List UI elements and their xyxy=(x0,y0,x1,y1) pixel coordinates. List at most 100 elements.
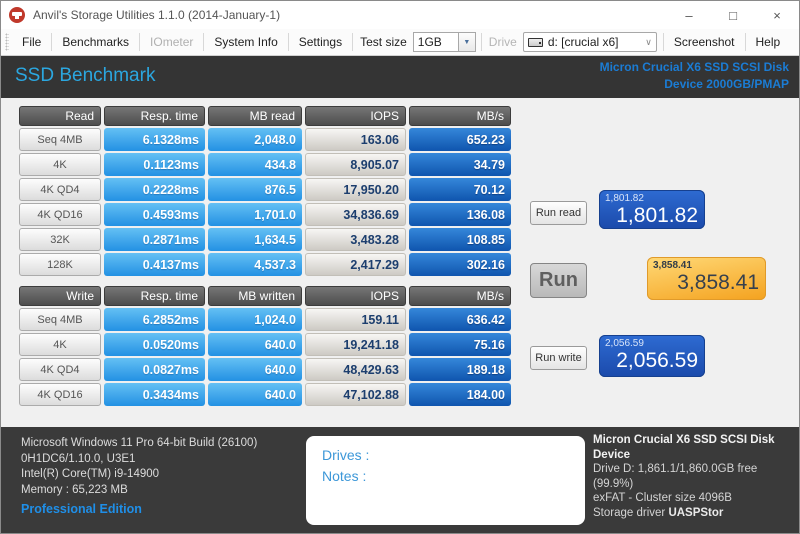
notes-box[interactable]: Drives : Notes : xyxy=(306,436,585,525)
minimize-button[interactable]: – xyxy=(667,1,711,29)
app-icon xyxy=(9,7,25,23)
value-cell: 1,634.5 xyxy=(208,228,302,251)
value-cell: 434.8 xyxy=(208,153,302,176)
value-cell: 6.1328ms xyxy=(104,128,205,151)
notes-label: Notes : xyxy=(322,468,367,484)
row-label: Seq 4MB xyxy=(19,308,101,331)
menu-separator xyxy=(287,33,289,51)
drives-label: Drives : xyxy=(322,447,370,463)
run-read-button[interactable]: Run read xyxy=(530,201,587,225)
table-header-row: Write Resp. time MB written IOPS MB/s xyxy=(19,286,511,306)
value-cell: 0.2871ms xyxy=(104,228,205,251)
read-table: Read Resp. time MB read IOPS MB/s Seq 4MB 6.13… xyxy=(19,106,511,278)
menu-separator xyxy=(51,33,53,51)
value-cell: 189.18 xyxy=(409,358,511,381)
read-score-small: 1,801.82 xyxy=(605,193,644,204)
page-title: SSD Benchmark xyxy=(15,65,156,86)
title-bar: Anvil's Storage Utilities 1.1.0 (2014-Ja… xyxy=(1,1,799,29)
menu-separator xyxy=(744,33,746,51)
value-cell: 640.0 xyxy=(208,358,302,381)
menu-file[interactable]: File xyxy=(13,29,50,55)
storage-driver-value: UASPStor xyxy=(668,506,724,519)
total-score-box: 3,858.41 3,858.41 xyxy=(647,257,766,300)
value-cell: 0.1123ms xyxy=(104,153,205,176)
menu-system-info[interactable]: System Info xyxy=(205,29,286,55)
drive-select-value: d: [crucial x6] xyxy=(547,35,619,49)
device-fs-line: exFAT - Cluster size 4096B xyxy=(593,492,732,504)
row-label: 4K QD4 xyxy=(19,358,101,381)
column-header: Resp. time xyxy=(104,286,205,306)
row-label: 4K QD16 xyxy=(19,383,101,406)
total-score-value: 3,858.41 xyxy=(677,271,759,294)
value-cell: 6.2852ms xyxy=(104,308,205,331)
footer-panel: Microsoft Windows 11 Pro 64-bit Build (2… xyxy=(1,427,799,533)
table-row: 4K 0.0520ms 640.0 19,241.18 75.16 xyxy=(19,333,511,356)
table-row: Seq 4MB 6.1328ms 2,048.0 163.06 652.23 xyxy=(19,128,511,151)
value-cell: 636.42 xyxy=(409,308,511,331)
table-row: 4K QD4 0.0827ms 640.0 48,429.63 189.18 xyxy=(19,358,511,381)
chevron-down-icon: ∨ xyxy=(645,36,652,47)
value-cell: 48,429.63 xyxy=(305,358,406,381)
row-label: 4K QD4 xyxy=(19,178,101,201)
column-header: IOPS xyxy=(305,106,406,126)
value-cell: 1,024.0 xyxy=(208,308,302,331)
value-cell: 8,905.07 xyxy=(305,153,406,176)
row-label: 4K xyxy=(19,153,101,176)
value-cell: 108.85 xyxy=(409,228,511,251)
column-header: MB/s xyxy=(409,286,511,306)
value-cell: 34.79 xyxy=(409,153,511,176)
value-cell: 47,102.88 xyxy=(305,383,406,406)
read-score-value: 1,801.82 xyxy=(616,204,698,227)
value-cell: 0.0827ms xyxy=(104,358,205,381)
device-drive-line: Drive D: 1,861.1/1,860.0GB free (99.9%) xyxy=(593,463,758,490)
table-row: 128K 0.4137ms 4,537.3 2,417.29 302.16 xyxy=(19,253,511,276)
table-header-row: Read Resp. time MB read IOPS MB/s xyxy=(19,106,511,126)
test-size-input[interactable]: 1GB xyxy=(412,32,459,52)
table-row: 4K 0.1123ms 434.8 8,905.07 34.79 xyxy=(19,153,511,176)
write-score-small: 2,056.59 xyxy=(605,338,644,349)
drive-select[interactable]: d: [crucial x6] ∨ xyxy=(522,32,657,52)
row-label: 128K xyxy=(19,253,101,276)
total-score-small: 3,858.41 xyxy=(653,260,692,271)
run-write-button[interactable]: Run write xyxy=(530,346,587,370)
benchmark-header: SSD Benchmark Micron Crucial X6 SSD SCSI… xyxy=(1,56,799,98)
value-cell: 0.3434ms xyxy=(104,383,205,406)
device-info: Micron Crucial X6 SSD SCSI Disk Device 2… xyxy=(600,59,789,93)
menu-separator xyxy=(139,33,141,51)
device-detail-panel: Micron Crucial X6 SSD SCSI Disk Device D… xyxy=(593,433,799,533)
window-title: Anvil's Storage Utilities 1.1.0 (2014-Ja… xyxy=(33,8,281,22)
row-label: Seq 4MB xyxy=(19,128,101,151)
menu-settings[interactable]: Settings xyxy=(290,29,351,55)
column-header: Resp. time xyxy=(104,106,205,126)
value-cell: 2,048.0 xyxy=(208,128,302,151)
row-label: 4K QD16 xyxy=(19,203,101,226)
table-row: 32K 0.2871ms 1,634.5 3,483.28 108.85 xyxy=(19,228,511,251)
value-cell: 3,483.28 xyxy=(305,228,406,251)
value-cell: 4,537.3 xyxy=(208,253,302,276)
value-cell: 70.12 xyxy=(409,178,511,201)
table-row: 4K QD4 0.2228ms 876.5 17,950.20 70.12 xyxy=(19,178,511,201)
menu-benchmarks[interactable]: Benchmarks xyxy=(53,29,138,55)
column-header: Write xyxy=(19,286,101,306)
storage-driver-label: Storage driver xyxy=(593,506,666,519)
value-cell: 0.4137ms xyxy=(104,253,205,276)
menu-screenshot[interactable]: Screenshot xyxy=(665,29,744,55)
value-cell: 652.23 xyxy=(409,128,511,151)
test-size-dropdown-icon[interactable]: ▼ xyxy=(458,32,476,52)
menu-help[interactable]: Help xyxy=(747,29,790,55)
value-cell: 136.08 xyxy=(409,203,511,226)
close-button[interactable]: × xyxy=(755,1,799,29)
app-window: Anvil's Storage Utilities 1.1.0 (2014-Ja… xyxy=(0,0,800,534)
value-cell: 163.06 xyxy=(305,128,406,151)
device-info-line1: Micron Crucial X6 SSD SCSI Disk xyxy=(599,60,789,74)
run-button[interactable]: Run xyxy=(530,263,587,298)
drive-label: Drive xyxy=(488,35,517,49)
edition-label: Professional Edition xyxy=(21,502,142,516)
value-cell: 159.11 xyxy=(305,308,406,331)
maximize-button[interactable]: □ xyxy=(711,1,755,29)
value-cell: 302.16 xyxy=(409,253,511,276)
value-cell: 19,241.18 xyxy=(305,333,406,356)
test-size-label: Test size xyxy=(360,35,407,49)
table-row: Seq 4MB 6.2852ms 1,024.0 159.11 636.42 xyxy=(19,308,511,331)
row-label: 32K xyxy=(19,228,101,251)
